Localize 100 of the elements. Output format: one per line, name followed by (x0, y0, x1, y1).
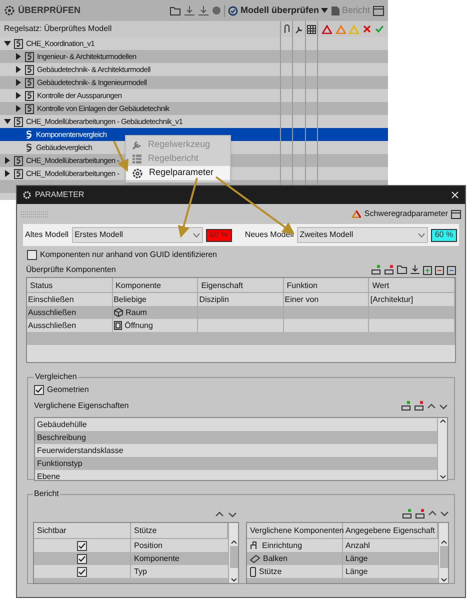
table-cell: Öffnung (124, 320, 153, 332)
pillar-icon (250, 566, 256, 576)
table-cell: Disziplin (199, 294, 229, 306)
collapse-arrow-icon[interactable] (15, 79, 22, 86)
clipboard-icon[interactable] (447, 264, 456, 274)
add-row-icon[interactable] (401, 401, 411, 411)
collapse-arrow-icon[interactable] (4, 170, 11, 177)
grip-icon[interactable] (21, 210, 49, 218)
section-sign-icon (14, 156, 23, 166)
open-folder-icon[interactable] (170, 6, 182, 16)
close-icon[interactable] (451, 191, 459, 199)
check-model-button[interactable]: Modell überprüfen (228, 4, 328, 18)
arrow (178, 178, 198, 238)
move-up-icon[interactable] (428, 509, 437, 518)
window-icon[interactable] (451, 210, 461, 218)
section-sign-icon (14, 38, 23, 48)
scrollbar[interactable] (437, 418, 447, 480)
list-item[interactable]: Beschreibung (35, 431, 437, 444)
table-cell: Ausschließen (28, 320, 76, 332)
scrollbar[interactable] (228, 523, 238, 583)
dialog-title: PARAMETER (35, 189, 86, 201)
checkbox[interactable] (77, 540, 87, 550)
section-sign-icon (25, 90, 34, 100)
wrench-icon (294, 24, 304, 34)
collapse-arrow-icon[interactable] (15, 53, 22, 60)
table-cell: Balken (263, 552, 288, 564)
expand-arrow-icon[interactable] (4, 118, 11, 125)
list-item[interactable]: Gebäudehülle (35, 418, 437, 431)
list-item[interactable]: Ebene (35, 470, 437, 480)
furniture-icon (250, 541, 259, 550)
window-icon[interactable] (373, 6, 384, 16)
move-down-icon[interactable] (228, 510, 237, 519)
section-sign-icon (25, 64, 34, 74)
paperclip-icon (282, 24, 290, 34)
section-sign-icon (25, 78, 34, 88)
scroll-down-icon (440, 578, 446, 582)
expand-arrow-icon[interactable] (4, 40, 11, 47)
download-icon[interactable] (184, 6, 196, 16)
clipboard-remove-icon[interactable] (435, 264, 444, 274)
move-down-icon[interactable] (439, 402, 448, 410)
table-cell-text: Typ (133, 566, 148, 578)
section-sign-icon (14, 116, 23, 126)
section-sign-icon (14, 168, 23, 178)
scrollbar[interactable] (438, 523, 448, 583)
gear-icon (132, 168, 143, 178)
model-label: Altes Modell (25, 229, 69, 241)
group-title: Bericht (33, 488, 60, 500)
move-up-icon[interactable] (427, 402, 436, 410)
record-icon[interactable] (212, 6, 222, 15)
door-icon (114, 321, 122, 330)
section-sign-icon (25, 52, 34, 62)
chevron-down-icon (418, 232, 425, 238)
menu-item[interactable]: Regelparameter (126, 166, 230, 180)
collapse-arrow-icon[interactable] (15, 66, 22, 73)
collapse-arrow-icon[interactable] (15, 92, 22, 99)
scroll-down-icon (440, 475, 446, 479)
model-dropdown[interactable]: Erstes Modell (72, 227, 203, 243)
table-cell: [Architektur] (370, 294, 414, 306)
section-label: Überprüfte Komponenten (26, 264, 117, 276)
model-dropdown[interactable]: Zweites Modell (296, 227, 428, 243)
scroll-down-icon (230, 578, 236, 582)
list-item[interactable]: Feuerwiderstandsklasse (35, 444, 437, 457)
move-up-icon[interactable] (215, 510, 224, 519)
move-down-icon[interactable] (440, 509, 449, 518)
clipboard-add-icon[interactable] (423, 264, 432, 274)
collapse-arrow-icon[interactable] (15, 105, 22, 112)
checkbox[interactable] (77, 566, 87, 576)
wrench-icon (132, 140, 142, 150)
checkbox[interactable] (27, 250, 37, 260)
beam-icon (250, 554, 260, 562)
chevron-down-icon (192, 232, 200, 238)
section-sign-icon (25, 130, 33, 140)
gear-icon (4, 5, 15, 16)
table-cell: Raum (126, 306, 147, 318)
warning-triangle-icon (322, 24, 332, 34)
scroll-up-icon (440, 419, 446, 423)
open-folder-icon[interactable] (397, 265, 407, 274)
list-item[interactable]: Funktionstyp (35, 457, 437, 470)
section-sign-icon (25, 104, 34, 114)
section-sign-icon (25, 142, 33, 152)
add-row-icon[interactable] (371, 264, 381, 274)
checkmark-icon (375, 25, 384, 33)
delete-row-icon[interactable] (415, 509, 425, 519)
add-row-icon[interactable] (402, 509, 412, 519)
table-cell: Einschließen (28, 294, 74, 306)
collapse-arrow-icon[interactable] (4, 157, 11, 164)
table-cell: Beliebige (114, 294, 147, 306)
document-icon (330, 6, 340, 16)
download-icon[interactable] (198, 6, 210, 16)
checkbox[interactable] (77, 554, 87, 564)
scroll-up-icon (440, 540, 446, 544)
delete-row-icon[interactable] (384, 264, 394, 274)
delete-row-icon[interactable] (414, 401, 424, 411)
download-icon[interactable] (410, 265, 420, 274)
checkbox[interactable] (34, 385, 44, 395)
warning-triangle-icon (336, 24, 346, 34)
scroll-up-icon (230, 540, 236, 544)
check-circle-icon (228, 6, 238, 16)
panel-title: ÜBERPRÜFEN (18, 4, 81, 17)
severity-parameter-button[interactable]: Schweregradparameter (352, 208, 448, 220)
